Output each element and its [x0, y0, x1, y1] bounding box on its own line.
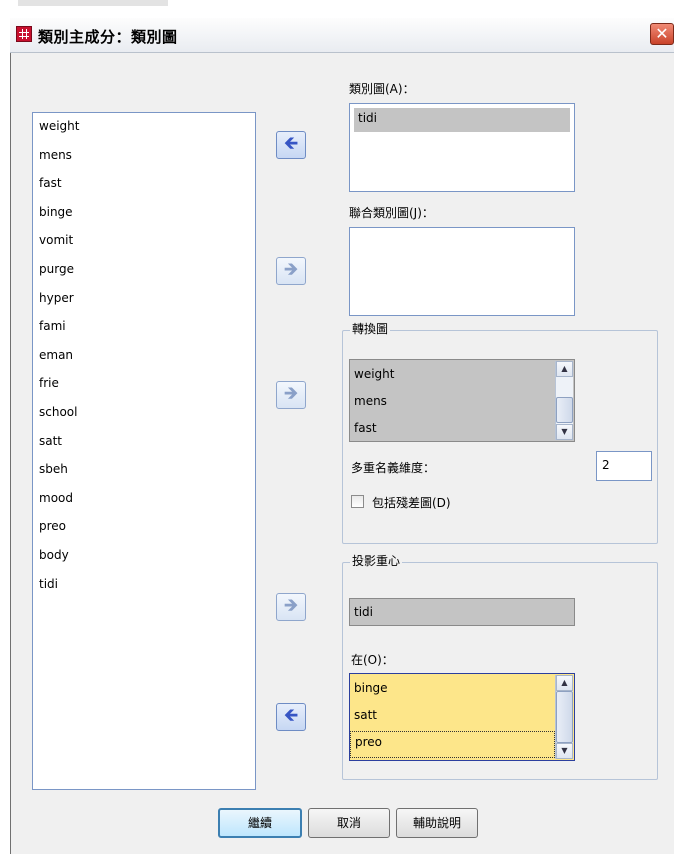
- joint-category-plots-list[interactable]: [349, 227, 575, 316]
- arrow-left-icon: 🡸: [283, 705, 299, 726]
- variable-item[interactable]: weight: [33, 117, 255, 146]
- list-item[interactable]: weight: [350, 363, 574, 390]
- variable-item[interactable]: frie: [33, 374, 255, 403]
- list-item[interactable]: mens: [350, 390, 574, 417]
- arrow-right-icon: 🡺: [283, 259, 299, 280]
- scroll-up-icon[interactable]: ▲: [556, 675, 573, 691]
- variable-item[interactable]: satt: [33, 432, 255, 461]
- variable-item[interactable]: binge: [33, 203, 255, 232]
- variable-item[interactable]: hyper: [33, 289, 255, 318]
- variable-item[interactable]: purge: [33, 260, 255, 289]
- arrow-left-icon: 🡸: [283, 133, 299, 154]
- onto-list[interactable]: binge satt preo ▲ ▼: [349, 673, 575, 761]
- close-button[interactable]: ✕: [650, 23, 674, 45]
- scroll-up-icon[interactable]: ▲: [556, 361, 573, 377]
- scroll-down-icon[interactable]: ▼: [556, 743, 573, 759]
- dimensions-input[interactable]: 2: [596, 451, 652, 481]
- variable-item[interactable]: fami: [33, 317, 255, 346]
- variable-item[interactable]: sbeh: [33, 460, 255, 489]
- variable-item[interactable]: fast: [33, 174, 255, 203]
- scroll-thumb[interactable]: [556, 691, 573, 743]
- project-centroids-group-title: 投影重心: [350, 552, 403, 569]
- vertical-scrollbar[interactable]: ▲ ▼: [555, 675, 573, 759]
- list-item[interactable]: preo: [350, 731, 555, 758]
- category-plots-label: 類別圖(A)：: [349, 82, 415, 96]
- background-window-strip: [0, 0, 674, 18]
- variable-item[interactable]: tidi: [33, 575, 255, 604]
- onto-label: 在(O)：: [351, 653, 394, 667]
- variable-item[interactable]: school: [33, 403, 255, 432]
- variable-item[interactable]: mood: [33, 489, 255, 518]
- move-to-project-centroids-button[interactable]: 🡺: [276, 593, 306, 621]
- multiple-nominal-dimensions-label: 多重名義維度：: [351, 461, 436, 475]
- transformation-plots-list[interactable]: weight mens fast ▲ ▼: [349, 359, 575, 442]
- move-to-transformation-plots-button[interactable]: 🡺: [276, 381, 306, 409]
- joint-category-plots-label: 聯合類別圖(J)：: [349, 206, 434, 220]
- variable-item[interactable]: body: [33, 546, 255, 575]
- category-plots-list[interactable]: tidi: [349, 103, 575, 192]
- project-centroids-of-field[interactable]: tidi: [349, 598, 575, 626]
- arrow-right-icon: 🡺: [283, 383, 299, 404]
- move-to-joint-category-plots-button[interactable]: 🡺: [276, 257, 306, 285]
- list-item[interactable]: binge: [350, 677, 574, 704]
- move-to-onto-button[interactable]: 🡸: [276, 703, 306, 731]
- window-title: 類別主成分：類別圖: [38, 28, 178, 46]
- list-item[interactable]: tidi: [354, 108, 570, 132]
- include-residual-plots-label: 包括殘差圖(D): [372, 496, 451, 510]
- cancel-button[interactable]: 取消: [308, 808, 390, 838]
- transformation-plots-group-title: 轉換圖: [350, 320, 391, 337]
- continue-button[interactable]: 繼續: [218, 808, 302, 838]
- move-to-category-plots-button[interactable]: 🡸: [276, 131, 306, 159]
- scroll-down-icon[interactable]: ▼: [556, 424, 573, 440]
- variable-item[interactable]: vomit: [33, 231, 255, 260]
- include-residual-plots-checkbox[interactable]: [351, 495, 364, 508]
- source-variable-list[interactable]: weight mens fast binge vomit purge hyper fami em…: [32, 112, 256, 790]
- arrow-right-icon: 🡺: [283, 595, 299, 616]
- list-item[interactable]: fast: [350, 417, 574, 444]
- title-bar[interactable]: 類別主成分：類別圖 ✕: [10, 18, 674, 53]
- help-button[interactable]: 輔助說明: [396, 808, 478, 838]
- spss-app-icon: [16, 26, 32, 42]
- vertical-scrollbar[interactable]: ▲ ▼: [555, 361, 573, 440]
- variable-item[interactable]: eman: [33, 346, 255, 375]
- variable-item[interactable]: mens: [33, 146, 255, 175]
- scroll-thumb[interactable]: [556, 397, 573, 423]
- variable-item[interactable]: preo: [33, 517, 255, 546]
- list-item[interactable]: satt: [350, 704, 574, 731]
